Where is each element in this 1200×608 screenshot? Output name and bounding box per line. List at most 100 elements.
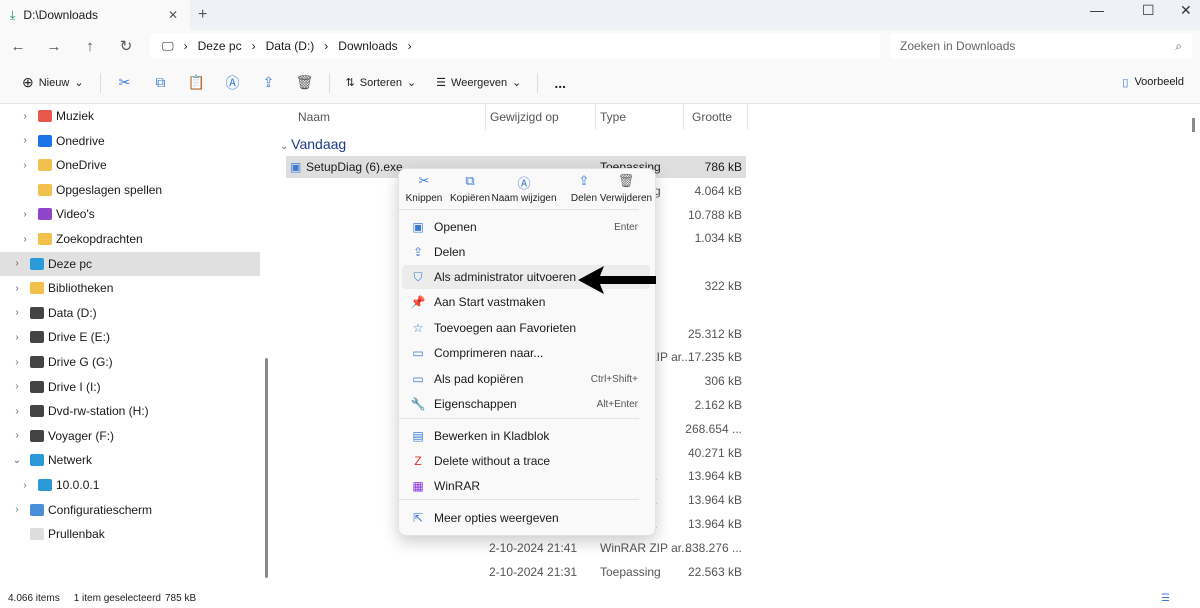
sidebar-item[interactable]: › Video's bbox=[0, 202, 260, 226]
sidebar-item[interactable]: › Drive I (I:) bbox=[0, 375, 260, 399]
group-header[interactable]: ⌄ Vandaag bbox=[280, 136, 346, 152]
menu-item-openen[interactable]: ▣ Openen Enter bbox=[402, 215, 650, 239]
column-modified[interactable]: Gewijzigd op bbox=[484, 104, 596, 130]
column-name[interactable]: Naam bbox=[292, 104, 486, 130]
chevron-icon[interactable]: ⌄ bbox=[10, 455, 24, 466]
back-button[interactable]: ← bbox=[0, 38, 36, 55]
sidebar-item[interactable]: › Drive G (G:) bbox=[0, 350, 260, 374]
tab-downloads[interactable]: ⤓ D:\Downloads ✕ bbox=[0, 0, 190, 30]
sidebar-item[interactable]: › Zoekopdrachten bbox=[0, 227, 260, 251]
quick-action-label: Kopiëren bbox=[449, 193, 491, 204]
chevron-icon[interactable]: › bbox=[18, 111, 32, 122]
new-button[interactable]: ⊕ Nieuw ⌄ bbox=[12, 74, 94, 91]
quick-rename-button[interactable]: Ⓐ Naam wijzigen bbox=[489, 173, 559, 213]
breadcrumb-data-d[interactable]: Data (D:) bbox=[266, 39, 315, 53]
menu-item-winrar[interactable]: ▦ WinRAR bbox=[402, 474, 650, 498]
sidebar-item[interactable]: › Bibliotheken bbox=[0, 276, 260, 300]
notepad-icon: ▤ bbox=[412, 429, 424, 443]
menu-item-delen[interactable]: ⇪ Delen bbox=[402, 240, 650, 264]
menu-item-toevoegen-aan-favorieten[interactable]: ☆ Toevoegen aan Favorieten bbox=[402, 316, 650, 340]
annotation-arrow bbox=[578, 266, 656, 294]
sidebar-item[interactable]: › Deze pc bbox=[0, 251, 260, 276]
menu-item-eigenschappen[interactable]: 🔧 Eigenschappen Alt+Enter bbox=[402, 392, 650, 416]
sidebar-item[interactable]: › Onedrive bbox=[0, 129, 260, 153]
sidebar-item[interactable]: › Dvd-rw-station (H:) bbox=[0, 399, 260, 423]
breadcrumb-downloads[interactable]: Downloads bbox=[338, 39, 397, 53]
paste-icon[interactable]: 📋 bbox=[187, 74, 207, 91]
new-tab-button[interactable]: + bbox=[198, 6, 207, 24]
chevron-icon[interactable]: › bbox=[10, 258, 24, 269]
sidebar-item[interactable]: › Muziek bbox=[0, 104, 260, 128]
sidebar-item[interactable]: › Configuratiescherm bbox=[0, 498, 260, 522]
address-bar[interactable]: 🖵 › Deze pc › Data (D:) › Downloads › bbox=[150, 33, 880, 59]
column-size-label: Grootte bbox=[692, 110, 733, 124]
quick-cut-button[interactable]: ✂ Knippen bbox=[401, 173, 447, 213]
more-button[interactable]: ... bbox=[544, 75, 576, 91]
copy-path-icon: ▭ bbox=[412, 372, 424, 386]
sidebar-item[interactable]: › Data (D:) bbox=[0, 301, 260, 325]
chevron-icon[interactable]: › bbox=[10, 504, 24, 515]
chevron-icon[interactable]: › bbox=[10, 307, 24, 318]
refresh-button[interactable]: ↻ bbox=[108, 37, 144, 55]
forward-button[interactable]: → bbox=[36, 38, 72, 55]
breadcrumb-deze-pc[interactable]: Deze pc bbox=[198, 39, 242, 53]
close-tab-button[interactable]: ✕ bbox=[168, 8, 178, 22]
close-button[interactable]: ✕ bbox=[1180, 2, 1192, 19]
column-size[interactable]: Grootte bbox=[686, 104, 748, 130]
search-input[interactable]: Zoeken in Downloads ⌕ bbox=[890, 33, 1192, 59]
chevron-icon[interactable]: › bbox=[10, 283, 24, 294]
command-bar: ⊕ Nieuw ⌄ ✂ ⧉ 📋 Ⓐ ⇪ 🗑 ⇅ Sorteren ⌄ ☰ Weergeve… bbox=[0, 62, 1200, 104]
copy-icon[interactable]: ⧉ bbox=[151, 74, 171, 91]
sidebar-item[interactable]: ⌄ Netwerk bbox=[0, 448, 260, 472]
column-modified-label: Gewijzigd op bbox=[490, 110, 559, 124]
search-icon: ⌕ bbox=[1175, 38, 1182, 53]
chevron-icon[interactable]: › bbox=[10, 332, 24, 343]
folder-icon bbox=[30, 282, 44, 295]
rename-icon[interactable]: Ⓐ bbox=[223, 73, 243, 93]
sidebar-scrollbar[interactable] bbox=[265, 358, 268, 578]
view-button[interactable]: ☰ Weergeven ⌄ bbox=[426, 76, 531, 90]
menu-item-meer-opties-weergeven[interactable]: ⇱ Meer opties weergeven bbox=[402, 506, 650, 530]
share-icon[interactable]: ⇪ bbox=[259, 74, 279, 91]
maximize-button[interactable]: ☐ bbox=[1142, 2, 1155, 19]
sidebar-item[interactable]: › OneDrive bbox=[0, 153, 260, 177]
chevron-icon[interactable]: › bbox=[18, 135, 32, 146]
sidebar-item[interactable]: › Voyager (F:) bbox=[0, 424, 260, 448]
quick-delete-button[interactable]: 🗑 Verwijderen bbox=[597, 173, 655, 213]
menu-item-label: Comprimeren naar... bbox=[434, 346, 544, 360]
minimize-button[interactable]: — bbox=[1090, 2, 1104, 18]
sidebar-item[interactable]: Opgeslagen spellen bbox=[0, 178, 260, 202]
sidebar-item-label: OneDrive bbox=[56, 158, 107, 173]
up-button[interactable]: ↑ bbox=[72, 38, 108, 55]
quick-copy-button[interactable]: ⧉ Kopiëren bbox=[447, 173, 493, 213]
chevron-icon[interactable]: › bbox=[10, 430, 24, 441]
file-row[interactable]: 2-10-2024 21:31 Toepassing 22.563 kB bbox=[286, 561, 746, 583]
cut-icon[interactable]: ✂ bbox=[115, 74, 135, 91]
chevron-icon[interactable]: › bbox=[18, 160, 32, 171]
chevron-icon[interactable]: › bbox=[10, 406, 24, 417]
menu-item-comprimeren-naar-[interactable]: ▭ Comprimeren naar... bbox=[402, 341, 650, 365]
sidebar-item[interactable]: › Drive E (E:) bbox=[0, 325, 260, 349]
chevron-icon[interactable]: › bbox=[18, 234, 32, 245]
share-icon: ⇪ bbox=[412, 245, 424, 259]
file-list-scrollbar[interactable] bbox=[1192, 118, 1195, 132]
sidebar-item[interactable]: › 10.0.0.1 bbox=[0, 473, 260, 497]
menu-item-als-pad-kopi-ren[interactable]: ▭ Als pad kopiëren Ctrl+Shift+ bbox=[402, 367, 650, 391]
chevron-icon[interactable]: › bbox=[10, 381, 24, 392]
chevron-icon[interactable]: › bbox=[10, 357, 24, 368]
file-type: WinRAR ZIP ar... bbox=[600, 540, 692, 555]
menu-item-bewerken-in-kladblok[interactable]: ▤ Bewerken in Kladblok bbox=[402, 424, 650, 448]
preview-button[interactable]: ▯ Voorbeeld bbox=[1122, 76, 1184, 89]
cut-icon: ✂ bbox=[418, 173, 430, 188]
chevron-icon[interactable]: › bbox=[18, 209, 32, 220]
column-type[interactable]: Type bbox=[594, 104, 684, 130]
sidebar-item[interactable]: Prullenbak bbox=[0, 522, 260, 546]
download-icon: ⤓ bbox=[10, 7, 16, 22]
chevron-icon[interactable]: › bbox=[18, 480, 32, 491]
delete-icon[interactable]: 🗑 bbox=[295, 74, 315, 91]
new-label: Nieuw bbox=[38, 76, 70, 89]
menu-item-delete-without-a-trace[interactable]: Z Delete without a trace bbox=[402, 449, 650, 473]
details-view-button[interactable]: ☰ bbox=[1161, 593, 1170, 604]
file-row[interactable]: 2-10-2024 21:41 WinRAR ZIP ar... 838.276 .… bbox=[286, 537, 746, 559]
sort-button[interactable]: ⇅ Sorteren ⌄ bbox=[336, 76, 427, 90]
